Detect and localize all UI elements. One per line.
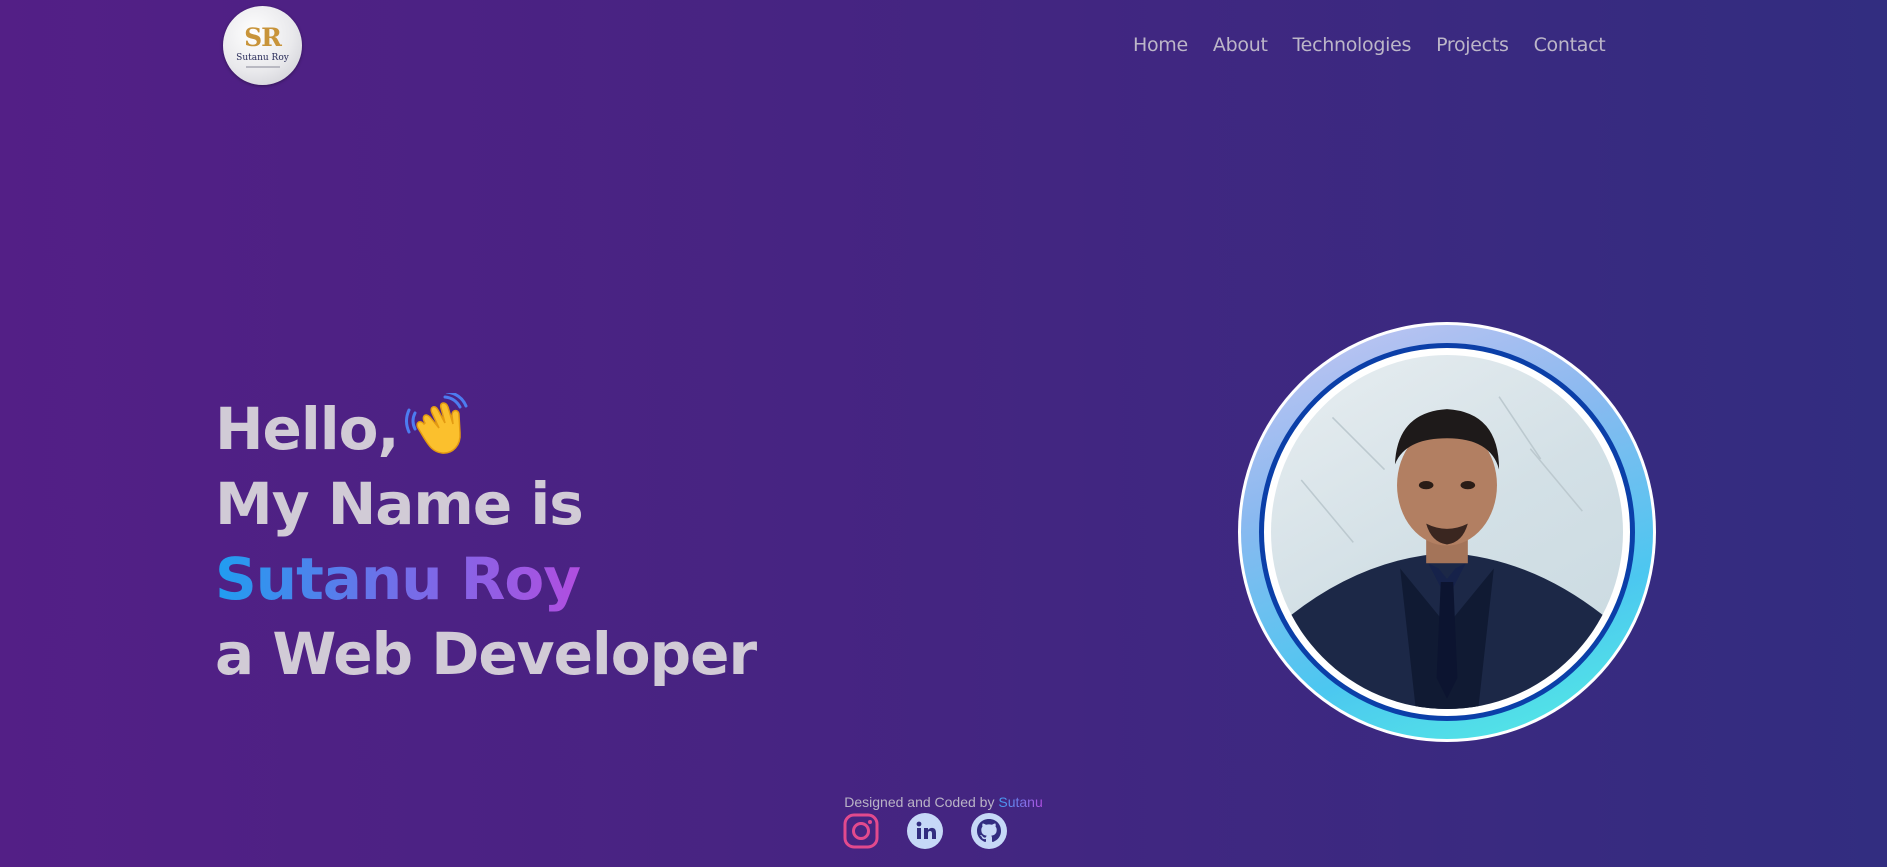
hero-name: Sutanu Roy — [215, 545, 581, 613]
hero-greeting: Hello, — [215, 395, 400, 463]
footer-author-link[interactable]: Sutanu — [998, 794, 1042, 810]
logo[interactable]: SR Sutanu Roy — [223, 6, 302, 85]
nav-contact[interactable]: Contact — [1534, 30, 1606, 60]
social-links — [842, 812, 1008, 850]
logo-mark: SR — [244, 23, 282, 52]
nav-home[interactable]: Home — [1133, 30, 1188, 60]
hero-intro: Hello, My Name is Sutanu Roy a Web Devel… — [215, 390, 757, 692]
hero-role: a Web Developer — [215, 620, 757, 688]
waving-hand-icon — [404, 390, 469, 457]
avatar-gradient-ring — [1241, 325, 1653, 739]
logo-text: Sutanu Roy — [236, 53, 289, 63]
nav-about[interactable]: About — [1213, 30, 1268, 60]
hero-name-line: Sutanu Roy — [215, 542, 756, 617]
footer-credit-text: Designed and Coded by — [844, 794, 995, 810]
avatar-inner-ring — [1259, 343, 1635, 721]
instagram-icon[interactable] — [842, 812, 880, 850]
nav-technologies[interactable]: Technologies — [1293, 30, 1412, 60]
logo-underline — [245, 66, 280, 68]
github-icon[interactable] — [970, 812, 1008, 850]
footer-credit: Designed and Coded by Sutanu — [0, 794, 1887, 810]
avatar-white-ring — [1264, 348, 1630, 716]
main-nav: Home About Technologies Projects Contact — [1133, 30, 1606, 60]
nav-projects[interactable]: Projects — [1436, 30, 1509, 60]
linkedin-icon[interactable] — [906, 812, 944, 850]
hero-greeting-line: Hello, — [215, 390, 756, 467]
hero-intro-line: My Name is — [215, 470, 584, 538]
profile-photo-illustration — [1271, 396, 1623, 709]
profile-avatar — [1238, 322, 1656, 742]
profile-photo — [1271, 355, 1623, 709]
